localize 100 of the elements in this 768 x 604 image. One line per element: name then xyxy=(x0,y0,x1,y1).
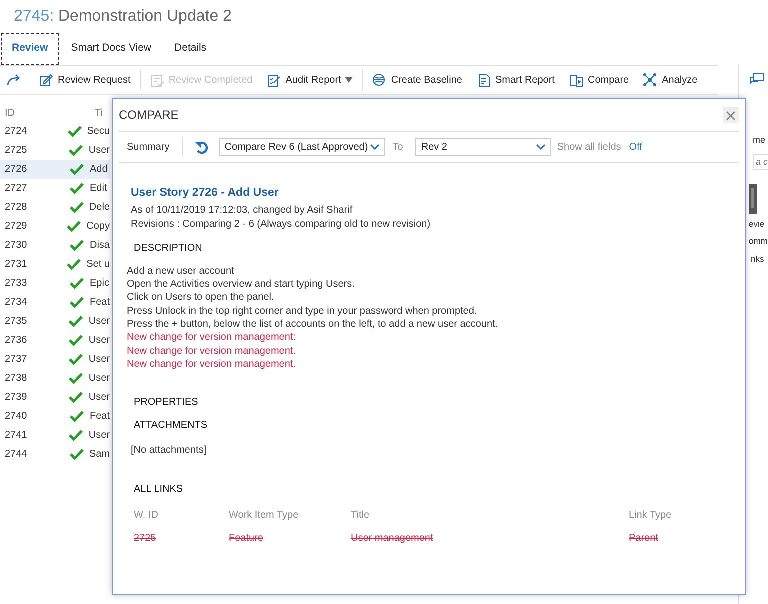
revision-select[interactable]: Rev 2 xyxy=(415,138,552,156)
check-icon xyxy=(70,410,84,422)
meta-text: As of 10/11/2019 17:12:03, changed by Asif Sharif xyxy=(131,204,354,218)
panel-link[interactable]: omm xyxy=(749,235,768,248)
description-line: Press the + button, below the list of accounts on the left, to add a new user account. xyxy=(127,318,498,332)
panel-link[interactable]: nks xyxy=(751,253,764,266)
check-icon xyxy=(70,277,84,290)
tab[interactable]: Smart Docs View xyxy=(60,33,163,65)
table-cell: 2744 xyxy=(5,449,28,460)
description-line: New change for version management: xyxy=(127,331,296,345)
list-row[interactable]: 2726 Add xyxy=(0,160,110,179)
table-cell: User management xyxy=(351,533,434,544)
table-cell: 2726 xyxy=(5,164,28,175)
description-line: Press Unlock in the top right corner and type in your password when prompted. xyxy=(127,304,478,318)
comment-field[interactable]: a c xyxy=(753,154,768,170)
work-item-heading: User Story 2726 - Add User xyxy=(131,186,280,201)
table-cell-text: User xyxy=(88,144,110,158)
table-cell: 2725 xyxy=(5,145,28,156)
table-cell-text: User xyxy=(88,334,110,348)
close-icon xyxy=(726,110,736,121)
toolbar-button[interactable]: Audit Report xyxy=(260,72,360,88)
table-cell-text: User xyxy=(88,429,110,443)
table-cell-text: Dele xyxy=(89,201,110,215)
table-cell: 2727 xyxy=(5,183,28,194)
list-row[interactable]: 2740 Feat xyxy=(0,407,110,426)
list-row[interactable]: 2739 User xyxy=(0,388,110,407)
list-row[interactable]: 2735 User xyxy=(0,312,110,331)
table-cell-text: Feat xyxy=(90,410,110,424)
check-icon xyxy=(69,315,84,328)
list-row[interactable]: 2727 Edit xyxy=(0,179,110,198)
table-cell-text: User xyxy=(88,353,110,367)
check-icon xyxy=(67,258,82,270)
panel-heading: me xyxy=(753,134,766,147)
table-cell: 2739 xyxy=(5,392,28,403)
table-cell-text: User xyxy=(88,315,110,329)
panel-link[interactable]: evie xyxy=(749,218,765,230)
dialog-title: COMPARE xyxy=(119,107,179,124)
description-line: New change for version management. xyxy=(127,344,296,358)
table-cell: 2730 xyxy=(5,240,28,251)
check-icon xyxy=(70,182,84,194)
list-row[interactable]: 2731 Set u xyxy=(0,255,110,274)
list-row[interactable]: 2725 User xyxy=(0,141,110,160)
undo-icon[interactable] xyxy=(194,140,209,154)
table-cell-text: Sam xyxy=(89,448,110,462)
toolbar-button[interactable]: Create Baseline xyxy=(365,72,470,88)
column-header: ID xyxy=(4,106,16,120)
section-heading: ATTACHMENTS xyxy=(134,419,209,434)
list-row[interactable]: 2738 User xyxy=(0,369,110,388)
to-label: To xyxy=(392,140,404,154)
list-row[interactable]: 2730 Disa xyxy=(0,236,110,255)
check-icon xyxy=(69,391,84,404)
column-header: Title xyxy=(351,510,370,522)
attachments-text: [No attachments] xyxy=(131,444,207,458)
check-icon xyxy=(70,448,84,460)
description-line: Click on Users to open the panel. xyxy=(127,291,274,305)
toolbar-button[interactable]: Compare xyxy=(562,72,636,88)
revision-select[interactable]: Compare Rev 6 (Last Approved) xyxy=(218,138,385,156)
document-icon xyxy=(476,72,492,88)
toolbar-button[interactable]: Smart Report xyxy=(470,72,562,88)
toggle-link[interactable]: Off xyxy=(629,140,642,154)
check-icon xyxy=(67,220,82,232)
table-cell-text: Add xyxy=(90,163,108,177)
check-icon xyxy=(70,239,84,252)
toolbar-button[interactable]: Review Request xyxy=(32,72,138,88)
table-cell: 2736 xyxy=(5,335,28,346)
chevron-icon xyxy=(536,144,546,150)
table-cell-text: Disa xyxy=(90,239,110,253)
list-row[interactable]: 2728 Dele xyxy=(0,198,110,217)
list-row[interactable]: 2724 Secu xyxy=(0,122,110,141)
check-icon xyxy=(69,429,84,442)
table-cell: 2724 xyxy=(5,126,28,137)
show-all-label: Show all fields xyxy=(557,140,622,154)
toolbar-button[interactable]: Analyze xyxy=(636,72,705,88)
list-row[interactable]: 2736 User xyxy=(0,331,110,350)
chat-icon xyxy=(749,72,765,86)
table-cell-text: Feat xyxy=(90,296,110,310)
description-line: Add a new user account xyxy=(127,264,234,278)
check-icon xyxy=(69,144,84,156)
meta-text: Revisions : Comparing 2 - 6 (Always comparing old to new revision) xyxy=(131,218,432,231)
check-icon xyxy=(70,201,84,214)
table-cell-text: Epic xyxy=(90,277,110,291)
edit-icon xyxy=(39,72,54,88)
page-title: Demonstration Update 2 xyxy=(58,8,232,25)
table-cell: 2737 xyxy=(5,354,28,365)
list-row[interactable]: 2733 Epic xyxy=(0,274,110,293)
tab[interactable]: Details xyxy=(164,33,218,65)
list-row[interactable]: 2737 User xyxy=(0,350,110,369)
list-row[interactable]: 2729 Copy xyxy=(0,217,110,236)
list-row[interactable]: 2741 User xyxy=(0,426,110,445)
chevron-icon xyxy=(370,144,380,150)
list-row[interactable]: 2744 Sam xyxy=(0,445,110,464)
table-cell-text: Secu xyxy=(87,125,110,139)
close-button[interactable] xyxy=(723,107,739,123)
compare-icon xyxy=(568,72,584,88)
report-icon xyxy=(266,72,282,88)
table-cell-text: User xyxy=(88,372,110,386)
check-icon xyxy=(69,334,84,346)
table-cell: 2738 xyxy=(5,373,28,384)
item-id: 2745: xyxy=(14,8,54,25)
list-row[interactable]: 2734 Feat xyxy=(0,293,110,312)
